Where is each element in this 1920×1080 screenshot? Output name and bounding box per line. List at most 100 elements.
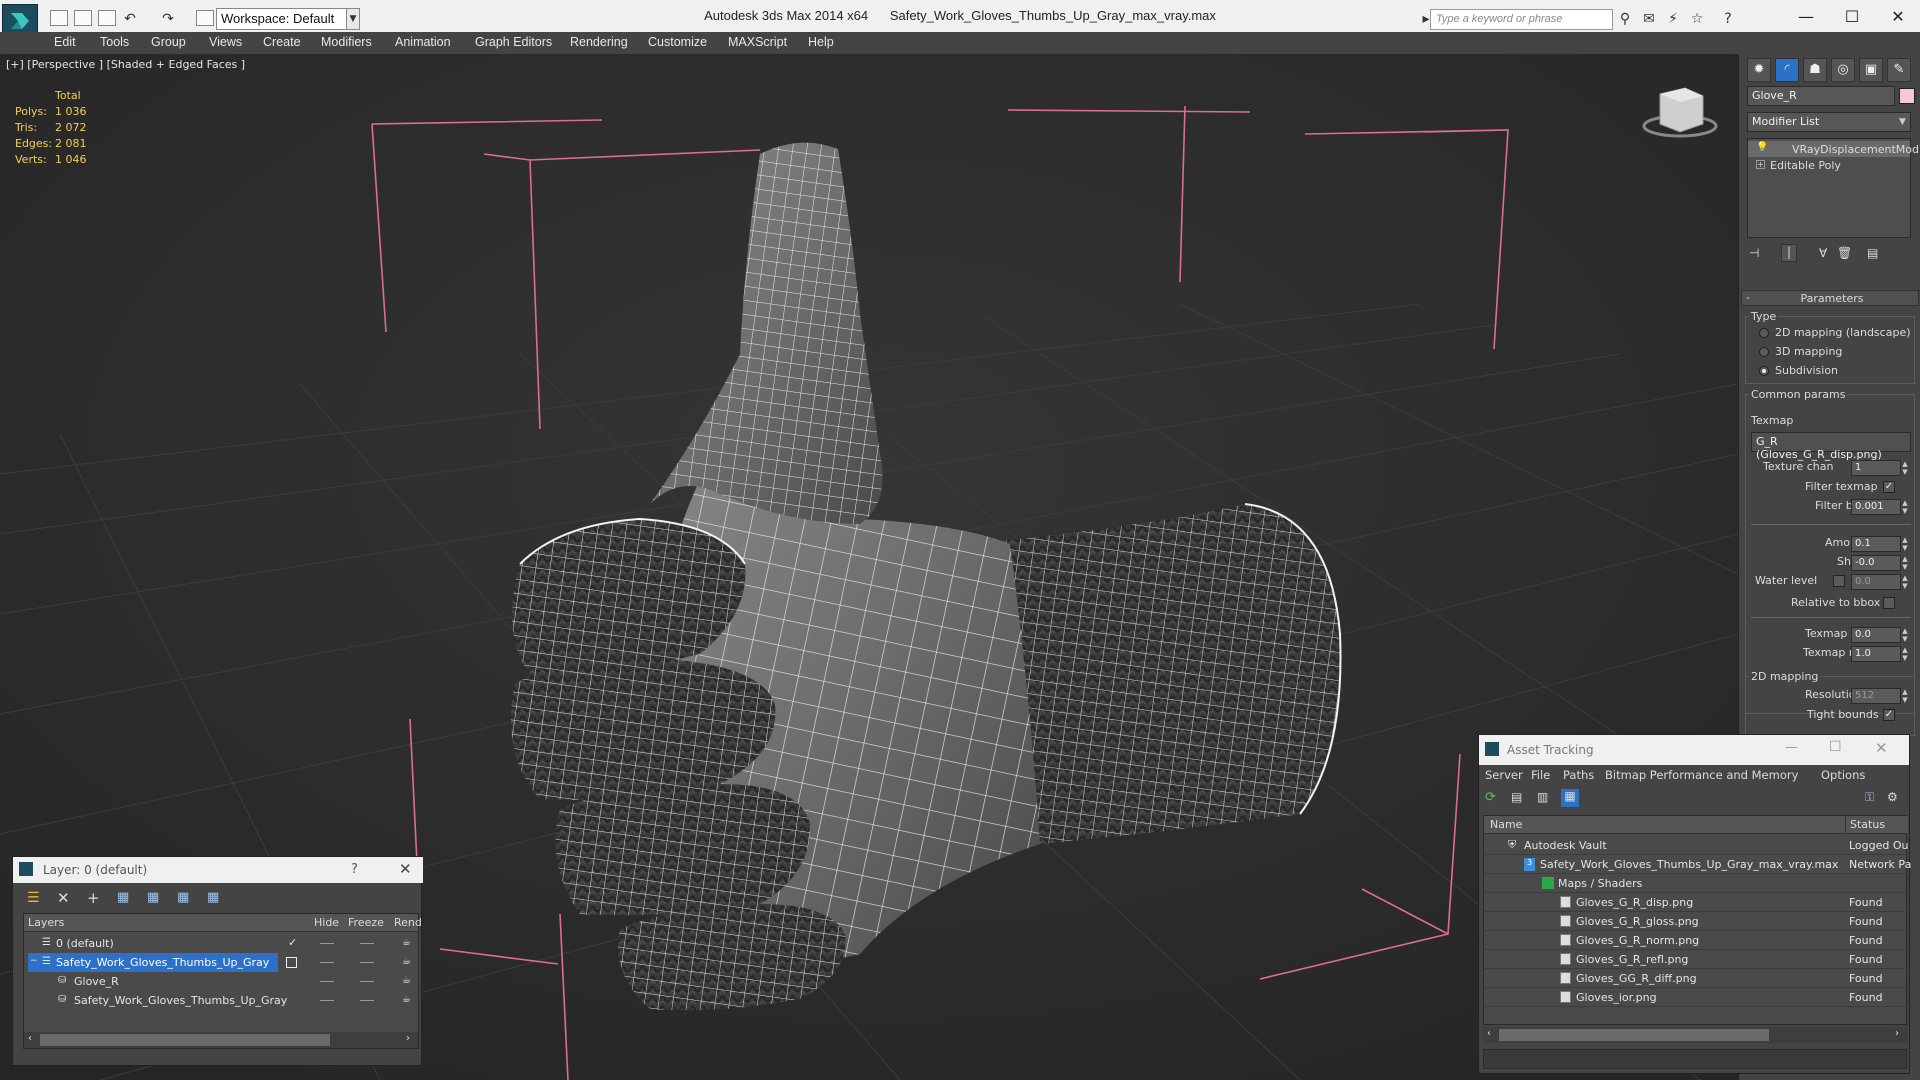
hierarchy-tab-icon[interactable]: ☗ bbox=[1803, 58, 1827, 82]
filter-texmap-checkbox[interactable]: ✓ bbox=[1883, 481, 1895, 493]
amount-spinner[interactable]: 0.1 bbox=[1851, 536, 1901, 552]
highlight-layer-icon[interactable]: ▦ bbox=[147, 890, 159, 905]
spinner-arrows-icon[interactable]: ▲ ▼ bbox=[1901, 574, 1909, 590]
asset-tracking-titlebar[interactable]: Asset Tracking — ☐ ✕ bbox=[1479, 735, 1909, 765]
column-freeze[interactable]: Freeze bbox=[348, 916, 384, 929]
maximize-icon[interactable]: ☐ bbox=[1832, 4, 1872, 30]
spinner-arrows-icon[interactable]: ▲ ▼ bbox=[1901, 555, 1909, 571]
asset-row[interactable]: Gloves_G_R_refl.png Found bbox=[1484, 950, 1912, 969]
table-view-icon[interactable]: ▦ bbox=[1561, 789, 1579, 807]
menu-edit[interactable]: Edit bbox=[54, 35, 76, 49]
menu-file[interactable]: File bbox=[1531, 768, 1550, 782]
render-teapot-icon[interactable]: ☕ bbox=[402, 937, 411, 948]
column-name[interactable]: Name bbox=[1490, 818, 1522, 831]
horizontal-scrollbar[interactable]: ‹ › bbox=[1483, 1027, 1907, 1043]
list-view-icon[interactable]: ▤ bbox=[1511, 790, 1522, 804]
water-level-checkbox[interactable] bbox=[1833, 575, 1845, 587]
help-icon[interactable]: ? bbox=[1720, 11, 1736, 27]
asset-row[interactable]: 3 Safety_Work_Gloves_Thumbs_Up_Gray_max_… bbox=[1484, 855, 1912, 874]
modifier-list-dropdown[interactable]: Modifier List bbox=[1747, 112, 1911, 132]
texmap-min-spinner[interactable]: 0.0 bbox=[1851, 627, 1901, 643]
vault-login-icon[interactable]: ⚿ bbox=[1865, 790, 1874, 805]
menu-create[interactable]: Create bbox=[263, 35, 301, 49]
render-teapot-icon[interactable]: ☕ bbox=[402, 994, 411, 1005]
freeze-toggle[interactable] bbox=[360, 962, 374, 963]
water-level-spinner[interactable]: 0.0 bbox=[1851, 574, 1901, 590]
object-name-field[interactable]: Glove_R bbox=[1747, 86, 1895, 106]
scroll-left-icon[interactable]: ‹ bbox=[28, 1033, 32, 1044]
hide-all-icon[interactable]: ▦ bbox=[177, 890, 189, 905]
layer-dialog-titlebar[interactable]: Layer: 0 (default) ? ✕ bbox=[13, 857, 423, 883]
object-color-swatch[interactable] bbox=[1899, 88, 1915, 104]
relative-bbox-checkbox[interactable] bbox=[1883, 597, 1895, 609]
freeze-all-icon[interactable]: ▦ bbox=[207, 890, 219, 905]
menu-graph-editors[interactable]: Graph Editors bbox=[475, 35, 552, 49]
stack-item-editable-poly[interactable]: + Editable Poly bbox=[1748, 157, 1910, 173]
render-teapot-icon[interactable]: ☕ bbox=[402, 956, 411, 967]
menu-help[interactable]: Help bbox=[808, 35, 834, 49]
scroll-thumb[interactable] bbox=[40, 1034, 330, 1046]
menu-bitmap-performance[interactable]: Bitmap Performance and Memory bbox=[1605, 768, 1798, 782]
menu-tools[interactable]: Tools bbox=[100, 35, 129, 49]
menu-paths[interactable]: Paths bbox=[1563, 768, 1594, 782]
asset-row[interactable]: Gloves_GG_R_diff.png Found bbox=[1484, 969, 1912, 988]
texmap-max-spinner[interactable]: 1.0 bbox=[1851, 646, 1901, 662]
hide-toggle[interactable] bbox=[320, 943, 334, 944]
spinner-arrows-icon[interactable]: ▲ ▼ bbox=[1901, 460, 1909, 476]
hide-toggle[interactable] bbox=[320, 981, 334, 982]
radio-2d-mapping[interactable] bbox=[1759, 328, 1769, 338]
menu-views[interactable]: Views bbox=[209, 35, 242, 49]
pin-stack-icon[interactable]: ⊣ bbox=[1749, 246, 1759, 260]
close-icon[interactable]: ✕ bbox=[399, 860, 412, 878]
layer-row[interactable]: ⛁ Safety_Work_Gloves_Thumbs_Up_Gray ☕ bbox=[24, 991, 418, 1010]
spinner-arrows-icon[interactable]: ▲ ▼ bbox=[1901, 627, 1909, 643]
freeze-toggle[interactable] bbox=[360, 1000, 374, 1001]
menu-animation[interactable]: Animation bbox=[395, 35, 451, 49]
texmap-button[interactable]: G_R (Gloves_G_R_disp.png) bbox=[1751, 432, 1911, 461]
freeze-toggle[interactable] bbox=[360, 981, 374, 982]
asset-row[interactable]: ⛨ Autodesk Vault Logged Ou bbox=[1484, 836, 1912, 855]
menu-group[interactable]: Group bbox=[151, 35, 186, 49]
filter-blur-spinner[interactable]: 0.001 bbox=[1851, 499, 1901, 515]
layer-row[interactable]: ⛁ Glove_R ☕ bbox=[24, 972, 418, 991]
scroll-thumb[interactable] bbox=[1499, 1029, 1769, 1041]
radio-3d-mapping[interactable] bbox=[1759, 347, 1769, 357]
parameters-rollout-header[interactable]: - Parameters bbox=[1741, 290, 1919, 306]
menu-options[interactable]: Options bbox=[1821, 768, 1865, 782]
subscription-icon[interactable]: ✉ bbox=[1641, 11, 1657, 27]
motion-tab-icon[interactable]: ◎ bbox=[1831, 58, 1855, 82]
viewport-label[interactable]: [+] [Perspective ] [Shaded + Edged Faces… bbox=[6, 58, 245, 71]
stack-item-vraydisplacement[interactable]: 💡 VRayDisplacementMod bbox=[1748, 141, 1919, 157]
menu-modifiers[interactable]: Modifiers bbox=[321, 35, 372, 49]
resolution-spinner[interactable]: 512 bbox=[1851, 688, 1901, 704]
close-icon[interactable]: ✕ bbox=[1878, 4, 1918, 30]
remove-modifier-icon[interactable]: 🗑 bbox=[1837, 246, 1852, 260]
asset-row[interactable]: Gloves_ior.png Found bbox=[1484, 988, 1912, 1007]
collapse-icon[interactable]: − bbox=[30, 956, 38, 966]
texture-chan-spinner[interactable]: 1 bbox=[1851, 460, 1901, 476]
settings-icon[interactable]: ⚙ bbox=[1887, 790, 1898, 804]
expand-icon[interactable]: + bbox=[1756, 160, 1765, 169]
layer-row[interactable]: − ☰ Safety_Work_Gloves_Thumbs_Up_Gray ☕ bbox=[24, 953, 418, 972]
column-layers[interactable]: Layers bbox=[28, 916, 64, 929]
help-icon[interactable]: ? bbox=[351, 862, 358, 877]
make-unique-icon[interactable]: ∀ bbox=[1819, 246, 1827, 260]
hide-toggle[interactable] bbox=[320, 1000, 334, 1001]
search-input[interactable]: Type a keyword or phrase bbox=[1430, 9, 1613, 30]
chevron-down-icon[interactable]: ▼ bbox=[1899, 112, 1913, 132]
show-end-result-icon[interactable]: | bbox=[1781, 244, 1797, 262]
column-status[interactable]: Status bbox=[1850, 818, 1885, 831]
scroll-left-icon[interactable]: ‹ bbox=[1487, 1028, 1491, 1039]
menu-maxscript[interactable]: MAXScript bbox=[728, 35, 787, 49]
refresh-icon[interactable]: ⟳ bbox=[1485, 790, 1496, 805]
column-hide[interactable]: Hide bbox=[314, 916, 339, 929]
hide-toggle[interactable] bbox=[320, 962, 334, 963]
horizontal-scrollbar[interactable]: ‹ › bbox=[24, 1032, 418, 1048]
thumbnail-view-icon[interactable]: ▥ bbox=[1537, 790, 1548, 804]
maximize-icon[interactable]: ☐ bbox=[1829, 739, 1842, 755]
binoculars-icon[interactable]: ⚲ bbox=[1617, 11, 1633, 27]
spinner-arrows-icon[interactable]: ▲ ▼ bbox=[1901, 688, 1909, 704]
scroll-right-icon[interactable]: › bbox=[406, 1033, 410, 1044]
asset-path-field[interactable] bbox=[1483, 1049, 1907, 1069]
menu-server[interactable]: Server bbox=[1485, 768, 1523, 782]
